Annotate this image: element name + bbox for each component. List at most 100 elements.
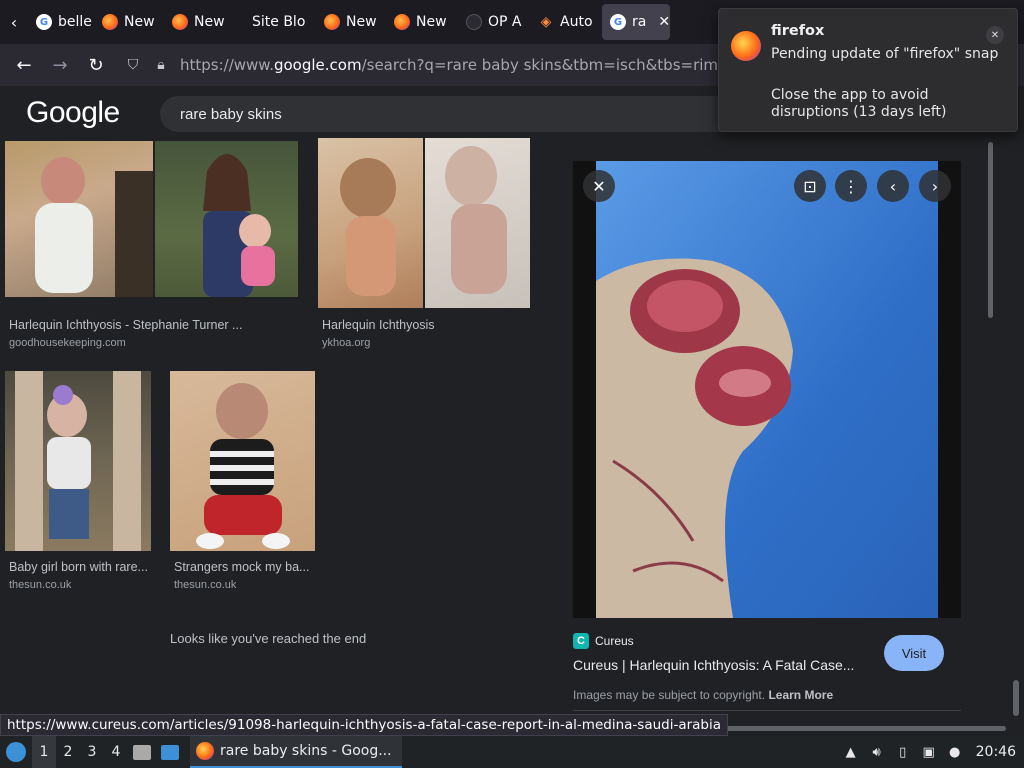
previous-image-button[interactable]: ‹: [877, 170, 909, 202]
result-card[interactable]: Harlequin Ichthyosis - Stephanie Turner …: [5, 138, 300, 353]
horizontal-scrollbar[interactable]: [716, 726, 1006, 731]
tab-site-blocker[interactable]: Site Blo: [236, 4, 316, 40]
image-preview-panel: ✕ ⊡ ⋮ ‹ › C Cureus Cureus | Harlequin Ic…: [548, 138, 986, 718]
firefox-icon: [196, 742, 214, 760]
image-results: Harlequin Ichthyosis - Stephanie Turner …: [0, 138, 548, 718]
tab-scroll-left-button[interactable]: ‹: [0, 0, 28, 44]
result-title[interactable]: Harlequin Ichthyosis: [322, 318, 527, 332]
medical-case-photo-image: [596, 161, 938, 618]
close-preview-button[interactable]: ✕: [583, 170, 615, 202]
clock[interactable]: 20:46: [976, 744, 1016, 760]
end-of-results-message: Looks like you've reached the end: [170, 631, 367, 646]
google-icon: G: [36, 14, 52, 30]
more-options-icon[interactable]: ⋮: [835, 170, 867, 202]
update-notifier-icon[interactable]: ●: [946, 743, 964, 761]
tab-new-1[interactable]: New: [94, 4, 164, 40]
result-title[interactable]: Harlequin Ichthyosis - Stephanie Turner …: [9, 318, 299, 332]
tab-belle[interactable]: G belle: [28, 4, 94, 40]
preview-image[interactable]: ✕ ⊡ ⋮ ‹ ›: [573, 161, 961, 618]
result-thumbnail[interactable]: [5, 141, 153, 297]
page-icon: [466, 14, 482, 30]
network-icon[interactable]: ▣: [920, 743, 938, 761]
tab-label: New: [194, 14, 225, 30]
tab-label: Auto: [560, 14, 593, 30]
preview-source[interactable]: C Cureus: [573, 633, 634, 649]
reload-button[interactable]: ↻: [78, 47, 114, 83]
show-desktop-icon[interactable]: [156, 736, 184, 768]
tab-op[interactable]: OP A: [458, 4, 530, 40]
automation-icon: ◈: [540, 14, 552, 30]
result-card[interactable]: Harlequin Ichthyosis ykhoa.org: [318, 138, 530, 353]
firefox-icon: [324, 14, 340, 30]
tab-new-3[interactable]: New: [316, 4, 386, 40]
shield-icon[interactable]: ⛉: [124, 56, 142, 74]
next-image-button[interactable]: ›: [919, 170, 951, 202]
result-source[interactable]: thesun.co.uk: [174, 579, 236, 591]
url-text: https://www.google.com/search?q=rare bab…: [180, 56, 754, 74]
divider: [573, 710, 961, 711]
result-card[interactable]: Baby girl born with rare... thesun.co.uk: [5, 371, 151, 596]
close-notification-icon[interactable]: ✕: [986, 26, 1004, 44]
tab-label: OP A: [488, 14, 522, 30]
workspace-1[interactable]: 1: [32, 736, 56, 768]
tab-label: New: [124, 14, 155, 30]
close-tab-icon[interactable]: ✕: [658, 14, 670, 30]
volume-icon[interactable]: 🔊︎: [868, 743, 886, 761]
system-tray: ▲ 🔊︎ ▯ ▣ ● 20:46: [842, 736, 1024, 768]
tab-label: New: [346, 14, 377, 30]
learn-more-link[interactable]: Learn More: [768, 688, 833, 702]
tab-new-4[interactable]: New: [386, 4, 458, 40]
workspace-4[interactable]: 4: [104, 736, 128, 768]
preview-title[interactable]: Cureus | Harlequin Ichthyosis: A Fatal C…: [573, 657, 873, 673]
result-thumbnail[interactable]: [318, 138, 423, 308]
task-label: rare baby skins - Goog...: [220, 743, 392, 759]
result-source[interactable]: ykhoa.org: [322, 337, 370, 349]
page-scrollbar-thumb[interactable]: [1013, 680, 1019, 716]
start-menu-button[interactable]: [0, 736, 32, 768]
taskbar-firefox-window[interactable]: rare baby skins - Goog...: [190, 736, 402, 768]
tab-label: belle: [58, 14, 92, 30]
firefox-icon: [102, 14, 118, 30]
tab-label: Site Blo: [252, 14, 306, 30]
result-title[interactable]: Strangers mock my ba...: [174, 560, 314, 574]
tray-arrow-icon[interactable]: ▲: [842, 743, 860, 761]
baby-photo-image: [340, 158, 396, 296]
result-thumbnail[interactable]: [5, 371, 151, 551]
toddler-photo-image: [15, 371, 141, 551]
lubuntu-logo-icon: [6, 742, 26, 762]
result-title[interactable]: Baby girl born with rare...: [9, 560, 151, 574]
lock-icon[interactable]: 🔒︎: [152, 56, 170, 74]
workspace-3[interactable]: 3: [80, 736, 104, 768]
result-thumbnail[interactable]: [155, 141, 298, 297]
tab-active-search[interactable]: G ra ✕: [602, 4, 670, 40]
update-notification[interactable]: firefox Pending update of "firefox" snap…: [718, 8, 1018, 132]
cureus-logo-icon: C: [573, 633, 589, 649]
tab-auto[interactable]: ◈ Auto: [530, 4, 602, 40]
lens-search-icon[interactable]: ⊡: [794, 170, 826, 202]
tab-new-2[interactable]: New: [164, 4, 236, 40]
firefox-icon: [172, 14, 188, 30]
result-source[interactable]: thesun.co.uk: [9, 579, 71, 591]
google-logo[interactable]: Google: [26, 96, 120, 130]
tab-label: New: [416, 14, 447, 30]
preview-scrollbar[interactable]: [987, 138, 995, 718]
notification-detail: Close the app to avoid disruptions (13 d…: [771, 87, 947, 120]
firefox-icon: [731, 31, 761, 61]
forward-button[interactable]: →: [42, 47, 78, 83]
result-thumbnail[interactable]: [425, 138, 530, 308]
tab-label: ra: [632, 14, 647, 30]
workspace-2[interactable]: 2: [56, 736, 80, 768]
back-button[interactable]: ←: [6, 47, 42, 83]
mother-baby-photo-image: [203, 154, 275, 297]
taskbar: 1 2 3 4 rare baby skins - Goog... ▲ 🔊︎ ▯…: [0, 736, 1024, 768]
result-thumbnail[interactable]: [170, 371, 315, 551]
firefox-icon: [394, 14, 410, 30]
source-name: Cureus: [595, 634, 634, 648]
search-input[interactable]: rare baby skins: [160, 96, 780, 132]
result-card[interactable]: Strangers mock my ba... thesun.co.uk: [170, 371, 315, 596]
scrollbar-thumb[interactable]: [988, 142, 993, 318]
result-source[interactable]: goodhousekeeping.com: [9, 337, 126, 349]
file-manager-icon[interactable]: [128, 736, 156, 768]
visit-button[interactable]: Visit: [884, 635, 944, 671]
clipboard-icon[interactable]: ▯: [894, 743, 912, 761]
